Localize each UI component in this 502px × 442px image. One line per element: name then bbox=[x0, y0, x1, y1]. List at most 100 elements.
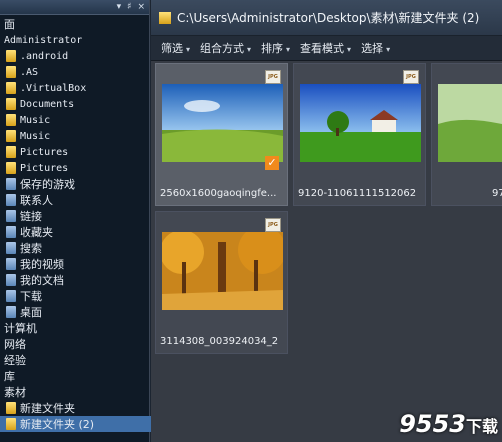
chevron-down-icon: ▾ bbox=[386, 45, 391, 54]
tree-item[interactable]: 库 bbox=[0, 368, 15, 384]
tree-item-label: Pictures bbox=[20, 146, 69, 158]
tree-item-label: 新建文件夹 bbox=[20, 402, 75, 415]
thumbnail-image bbox=[162, 84, 283, 162]
toolbar-menu-label: 组合方式 bbox=[200, 42, 245, 55]
folder-icon bbox=[6, 402, 16, 414]
tree-item[interactable]: 经验 bbox=[0, 352, 26, 368]
tree-item-label: 链接 bbox=[20, 210, 42, 223]
folder-icon bbox=[6, 146, 16, 158]
file-tile[interactable]: JPG ✓ 2560x1600gaoqingfe... bbox=[155, 63, 288, 206]
toolbar-menu-4[interactable]: 选择 ▾ bbox=[361, 40, 390, 56]
folder-icon bbox=[6, 82, 16, 94]
toolbar-menu-0[interactable]: 筛选 ▾ bbox=[161, 40, 190, 56]
tree-item[interactable]: 下载 bbox=[0, 288, 42, 304]
tree-item[interactable]: Documents bbox=[0, 96, 74, 112]
chevron-down-icon: ▾ bbox=[286, 45, 291, 54]
pin-icon[interactable]: ♯ bbox=[127, 2, 131, 12]
file-name: 3114308_003924034_2 bbox=[160, 336, 279, 347]
tree-item-label: .android bbox=[20, 50, 69, 62]
tree-item-label: 保存的游戏 bbox=[20, 178, 75, 191]
tree-item-label: Administrator bbox=[4, 34, 83, 46]
tree-item-label: .VirtualBox bbox=[20, 82, 87, 94]
tree-item[interactable]: 搜索 bbox=[0, 240, 42, 256]
file-name: 9120-11061111512062 bbox=[298, 188, 417, 199]
file-tile[interactable]: JPG 9120-11061111512062 bbox=[293, 63, 426, 206]
tree-item-label: 我的视频 bbox=[20, 258, 64, 271]
toolbar-menu-2[interactable]: 排序 ▾ bbox=[261, 40, 290, 56]
tree-item[interactable]: .android bbox=[0, 48, 68, 64]
tree-item[interactable]: 我的文档 bbox=[0, 272, 64, 288]
folder-icon bbox=[6, 114, 16, 126]
toolbar-menu-label: 排序 bbox=[261, 42, 284, 55]
tree-item-label: 经验 bbox=[4, 354, 26, 367]
chevron-down-icon: ▾ bbox=[186, 45, 191, 54]
tree-item[interactable]: Pictures bbox=[0, 144, 68, 160]
tree-item-label: Pictures bbox=[20, 162, 69, 174]
tree-item[interactable]: 新建文件夹 bbox=[0, 400, 75, 416]
tree-item-label: 联系人 bbox=[20, 194, 53, 207]
tree-item[interactable]: 链接 bbox=[0, 208, 42, 224]
file-grid: JPG ✓ 2560x1600gaoqingfe... JPG 9120-110… bbox=[151, 61, 502, 442]
toolbar-menu-3[interactable]: 查看模式 ▾ bbox=[300, 40, 351, 56]
toolbar-menu-label: 查看模式 bbox=[300, 42, 345, 55]
tree-item-label: 网络 bbox=[4, 338, 26, 351]
folder-icon bbox=[159, 11, 171, 24]
file-name: 97 bbox=[492, 188, 502, 199]
tree-item-label: 搜索 bbox=[20, 242, 42, 255]
pane-header: ▾ ♯ × bbox=[0, 0, 149, 15]
thumbnail-image bbox=[438, 84, 502, 162]
tree-item[interactable]: Pictures bbox=[0, 160, 68, 176]
folder-tree-pane: ▾ ♯ × 面 Administrator .android .AS .VirtualB… bbox=[0, 0, 154, 442]
special-folder-icon bbox=[6, 210, 16, 222]
tree-item-label: .AS bbox=[20, 66, 39, 78]
tree-item-label: Music bbox=[20, 114, 51, 126]
tree-item[interactable]: 我的视频 bbox=[0, 256, 64, 272]
special-folder-icon bbox=[6, 178, 16, 190]
dropdown-icon[interactable]: ▾ bbox=[117, 2, 122, 12]
folder-icon bbox=[6, 66, 16, 78]
tree-item-label: 面 bbox=[4, 18, 15, 31]
folder-icon bbox=[6, 50, 16, 62]
folder-icon bbox=[6, 130, 16, 142]
jpg-badge-icon: JPG bbox=[265, 70, 281, 84]
tree-item[interactable]: 计算机 bbox=[0, 320, 37, 336]
watermark-logo: 9553下载 bbox=[399, 410, 498, 438]
file-tile[interactable]: 97 bbox=[431, 63, 502, 206]
folder-icon bbox=[6, 418, 16, 430]
special-folder-icon bbox=[6, 258, 16, 270]
special-folder-icon bbox=[6, 226, 16, 238]
toolbar-menu-label: 选择 bbox=[361, 42, 384, 55]
toolbar-menu-1[interactable]: 组合方式 ▾ bbox=[200, 40, 251, 56]
chevron-down-icon: ▾ bbox=[247, 45, 252, 54]
tree-item[interactable]: 收藏夹 bbox=[0, 224, 53, 240]
tree-item[interactable]: 联系人 bbox=[0, 192, 53, 208]
tree-item[interactable]: Administrator bbox=[0, 32, 82, 48]
tree-item[interactable]: 桌面 bbox=[0, 304, 42, 320]
tree-item[interactable]: 素材 bbox=[0, 384, 26, 400]
tree-item[interactable]: 网络 bbox=[0, 336, 26, 352]
tree-item[interactable]: .VirtualBox bbox=[0, 80, 86, 96]
close-icon[interactable]: × bbox=[137, 2, 145, 12]
special-folder-icon bbox=[6, 194, 16, 206]
toolbar-menu-label: 筛选 bbox=[161, 42, 183, 55]
tree-item-label: 桌面 bbox=[20, 306, 42, 319]
folder-icon bbox=[6, 98, 16, 110]
tree-item-label: 下载 bbox=[20, 290, 42, 303]
file-tile[interactable]: JPG 3114308_003924034_2 bbox=[155, 211, 288, 354]
tree-item[interactable]: 保存的游戏 bbox=[0, 176, 75, 192]
tree-item-label: 收藏夹 bbox=[20, 226, 53, 239]
checked-icon[interactable]: ✓ bbox=[265, 156, 279, 170]
tree-item[interactable]: .AS bbox=[0, 64, 38, 80]
tree-item-label: 新建文件夹 (2) bbox=[20, 418, 95, 431]
special-folder-icon bbox=[6, 306, 16, 318]
address-bar[interactable]: C:\Users\Administrator\Desktop\素材\新建文件夹 … bbox=[151, 0, 502, 36]
tree-item[interactable]: 面 bbox=[0, 16, 15, 32]
tree-item-label: 素材 bbox=[4, 386, 26, 399]
tree-item[interactable]: Music bbox=[0, 112, 50, 128]
tree-item[interactable]: 新建文件夹 (2) bbox=[0, 416, 154, 432]
toolbar: 筛选 ▾ 组合方式 ▾ 排序 ▾ 查看模式 ▾ 选择 ▾ bbox=[151, 36, 502, 61]
tree-item[interactable]: Music bbox=[0, 128, 50, 144]
tree-item-label: Documents bbox=[20, 98, 75, 110]
tree-item-label: Music bbox=[20, 130, 51, 142]
tree-item-label: 计算机 bbox=[4, 322, 37, 335]
